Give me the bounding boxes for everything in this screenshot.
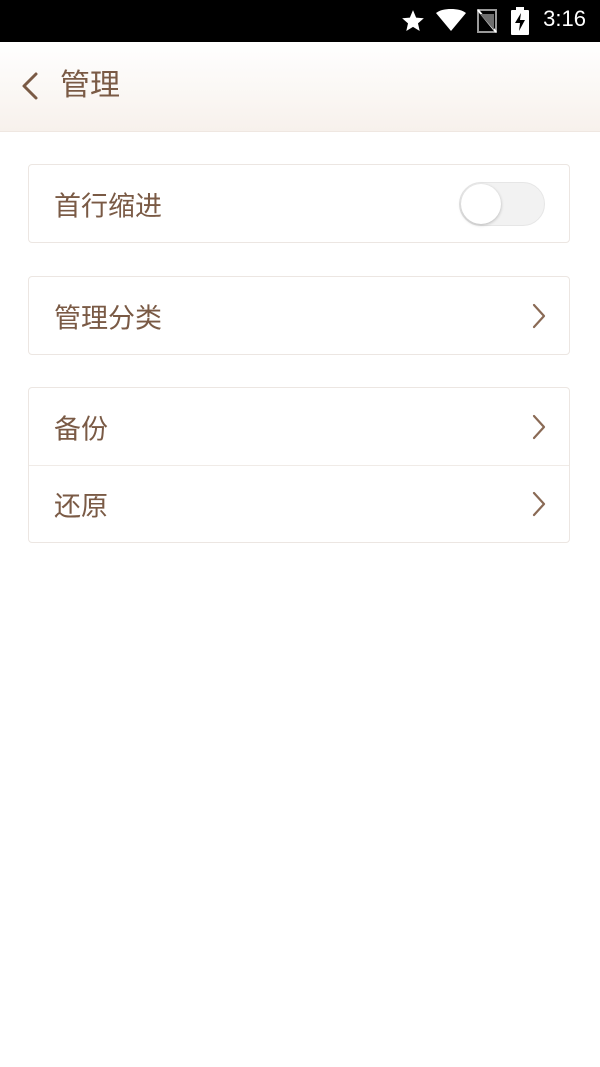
back-button[interactable] [12, 64, 52, 108]
battery-charging-icon [511, 7, 529, 35]
indent-row: 首行缩进 [29, 165, 569, 242]
manage-category-row[interactable]: 管理分类 [29, 277, 569, 354]
chevron-right-icon [532, 414, 546, 439]
no-sim-icon [477, 9, 497, 33]
app-bar: 管理 [0, 42, 600, 132]
status-bar: 3:16 [0, 0, 600, 42]
backup-card: 备份 还原 [28, 387, 570, 543]
wifi-icon [436, 9, 466, 31]
manage-category-label: 管理分类 [54, 303, 162, 334]
backup-row[interactable]: 备份 [29, 388, 569, 465]
chevron-left-icon [22, 72, 38, 100]
indent-card: 首行缩进 [28, 164, 570, 243]
backup-label: 备份 [54, 414, 108, 445]
toggle-knob [461, 183, 501, 224]
indent-toggle[interactable] [459, 181, 545, 226]
chevron-right-icon [532, 303, 546, 328]
star-icon [402, 10, 424, 31]
restore-row[interactable]: 还原 [29, 465, 569, 542]
page-title: 管理 [60, 68, 120, 103]
status-time: 3:16 [543, 6, 586, 31]
indent-label: 首行缩进 [54, 191, 162, 222]
category-card: 管理分类 [28, 276, 570, 355]
chevron-right-icon [532, 491, 546, 517]
restore-label: 还原 [54, 491, 108, 523]
